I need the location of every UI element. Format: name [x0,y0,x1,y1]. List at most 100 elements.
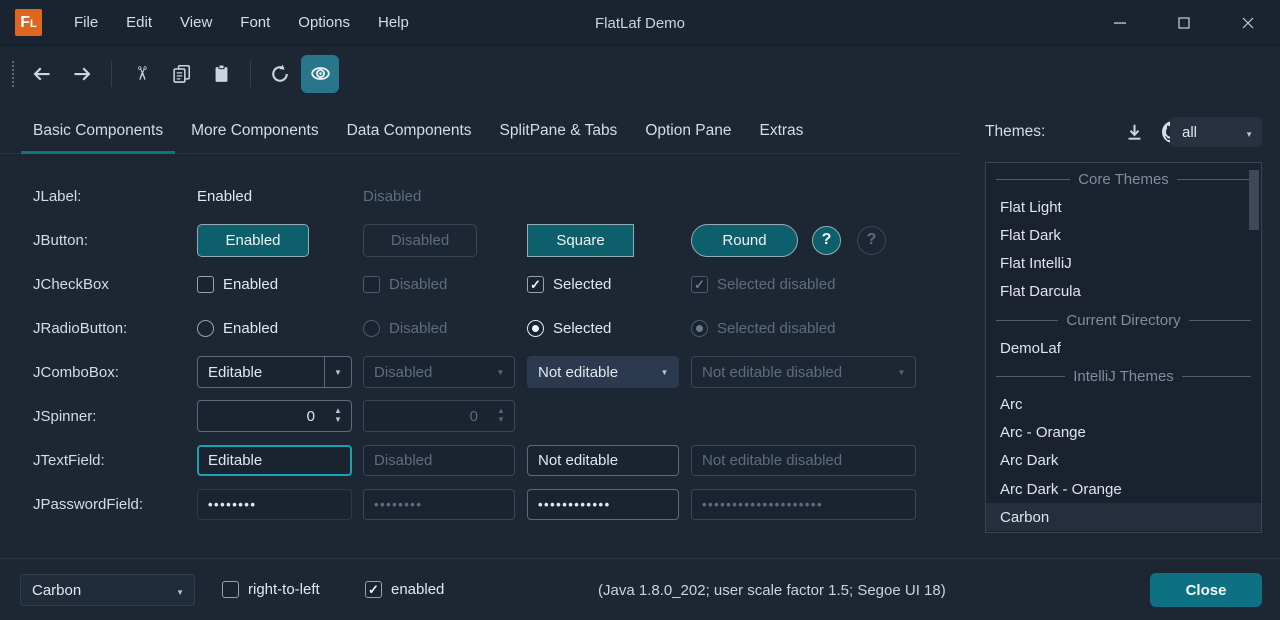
tab-more-components[interactable]: More Components [179,108,331,153]
jlabel-row: JLabel: Enabled Disabled [33,174,963,218]
tab-basic-components[interactable]: Basic Components [21,108,175,153]
jlabel-label: JLabel: [33,188,197,205]
enabled-button[interactable]: Enabled [197,224,309,257]
right-to-left-checkbox[interactable]: right-to-left [222,581,320,598]
textfield-not-editable[interactable]: Not editable [527,445,679,476]
checkbox-checked-box [365,581,382,598]
textfield-editable[interactable]: Editable [197,445,352,476]
radio-selected-circle [691,320,708,337]
jradiobutton-label: JRadioButton: [33,320,197,337]
menu-help[interactable]: Help [364,0,423,46]
checkbox-box [197,276,214,293]
theme-item-demolaf[interactable]: DemoLaf [986,334,1261,362]
menu-font[interactable]: Font [226,0,284,46]
jpasswordfield-row: JPasswordField: •••••••• •••••••• ••••••… [33,482,963,526]
runtime-info-text: (Java 1.8.0_202; user scale factor 1.5; … [598,559,946,620]
jtextfield-label: JTextField: [33,452,197,469]
enabled-checkbox[interactable]: enabled [365,581,444,598]
tab-splitpane-tabs[interactable]: SplitPane & Tabs [488,108,630,153]
toolbar-separator [111,61,112,87]
theme-group-separator: Core Themes [986,165,1261,193]
themes-filter-value: all [1182,124,1197,141]
cut-button[interactable]: ✂ [122,55,160,93]
label-disabled: Disabled [363,188,421,205]
combobox-editable[interactable]: Editable [197,356,352,388]
jspinner-row: JSpinner: 0 0 [33,394,963,438]
themes-filter-combobox[interactable]: all [1170,117,1262,147]
jspinner-label: JSpinner: [33,408,197,425]
minimize-icon [1113,16,1127,30]
menu-options[interactable]: Options [284,0,364,46]
checkbox-checked-box [527,276,544,293]
tab-option-pane[interactable]: Option Pane [633,108,743,153]
theme-item-flat-light[interactable]: Flat Light [986,193,1261,221]
back-arrow-icon [32,64,52,84]
copy-button[interactable] [162,55,200,93]
paste-button[interactable] [202,55,240,93]
checkbox-checked-box [691,276,708,293]
theme-item-flat-darcula[interactable]: Flat Darcula [986,278,1261,306]
checkbox-selected[interactable]: Selected [527,276,611,293]
minimize-button[interactable] [1088,0,1152,46]
help-button[interactable]: ? [812,226,841,255]
checkbox-selected-disabled: Selected disabled [691,276,835,293]
radio-circle [197,320,214,337]
checkbox-enabled[interactable]: Enabled [197,276,278,293]
jradiobutton-row: JRadioButton: Enabled Disabled Selected [33,306,963,350]
chevron-down-icon [651,357,678,387]
tab-data-components[interactable]: Data Components [335,108,484,153]
spinner-down-icon [497,416,505,425]
passwordfield-editable[interactable]: •••••••• [197,489,352,520]
theme-item-arc-dark-orange[interactable]: Arc Dark - Orange [986,475,1261,503]
back-button[interactable] [23,55,61,93]
show-eye-toggle-button[interactable] [301,55,339,93]
close-window-button[interactable] [1216,0,1280,46]
theme-item-carbon[interactable]: Carbon [986,503,1261,531]
theme-item-arc-dark[interactable]: Arc Dark [986,447,1261,475]
passwordfield-not-editable-disabled: •••••••••••••••••••• [691,489,916,520]
window-title: FlatLaf Demo [595,0,685,46]
theme-item-arc[interactable]: Arc [986,391,1261,419]
jcombobox-label: JComboBox: [33,364,197,381]
passwordfield-not-editable[interactable]: •••••••••••• [527,489,679,520]
checkbox-box [222,581,239,598]
spinner-disabled: 0 [363,400,515,432]
maximize-button[interactable] [1152,0,1216,46]
menu-edit[interactable]: Edit [112,0,166,46]
scrollbar-thumb[interactable] [1249,170,1259,230]
themes-list: Core Themes Flat Light Flat Dark Flat In… [985,162,1262,533]
jcheckbox-label: JCheckBox [33,276,197,293]
menubar: File Edit View Font Options Help [60,0,423,46]
theme-item-flat-intellij[interactable]: Flat IntelliJ [986,250,1261,278]
forward-button[interactable] [63,55,101,93]
close-button[interactable]: Close [1150,573,1262,607]
checkbox-box [363,276,380,293]
chevron-down-icon [324,357,351,387]
chevron-down-icon [1245,124,1253,141]
square-button[interactable]: Square [527,224,634,257]
radio-selected-circle [527,320,544,337]
spinner-buttons [488,407,514,425]
maximize-icon [1177,16,1191,30]
round-button[interactable]: Round [691,224,798,257]
download-themes-button[interactable] [1119,117,1149,147]
theme-item-flat-dark[interactable]: Flat Dark [986,221,1261,249]
titlebar: FL File Edit View Font Options Help Flat… [0,0,1280,46]
radio-selected[interactable]: Selected [527,320,611,337]
lookandfeel-combobox[interactable]: Carbon [20,574,195,606]
menu-file[interactable]: File [60,0,112,46]
eye-icon [310,63,331,84]
radio-enabled[interactable]: Enabled [197,320,278,337]
menu-view[interactable]: View [166,0,226,46]
jbutton-label: JButton: [33,232,197,249]
download-icon [1125,123,1144,142]
paste-icon [212,64,231,83]
toolbar-grip-handle[interactable] [12,61,14,87]
spinner-buttons[interactable] [325,407,351,425]
refresh-button[interactable] [261,55,299,93]
spinner-enabled[interactable]: 0 [197,400,352,432]
tab-extras[interactable]: Extras [748,108,816,153]
combobox-not-editable[interactable]: Not editable [527,356,679,388]
theme-item-arc-orange[interactable]: Arc - Orange [986,419,1261,447]
tabbar: Basic Components More Components Data Co… [0,108,962,154]
